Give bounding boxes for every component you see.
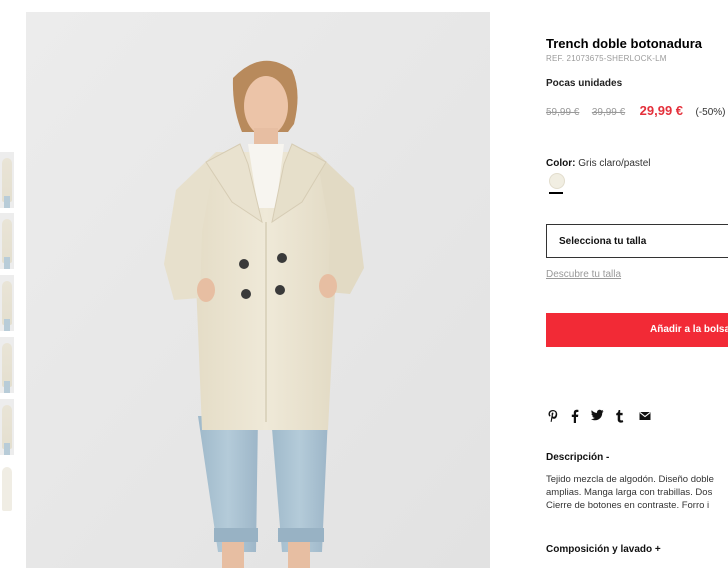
product-main-image[interactable]	[26, 12, 490, 568]
discount-badge: (-50%)	[695, 107, 726, 118]
thumbnail-2[interactable]	[0, 213, 14, 269]
color-value: Gris claro/pastel	[578, 158, 651, 169]
size-select[interactable]: Selecciona tu talla	[546, 224, 728, 258]
swatch-selected-indicator	[549, 192, 563, 194]
stock-notice: Pocas unidades	[546, 78, 623, 89]
add-to-bag-button[interactable]: Añadir a la bolsa	[546, 313, 728, 347]
description-text: Tejido mezcla de algodón. Diseño doble am…	[546, 473, 728, 512]
size-guide-link[interactable]: Descubre tu talla	[546, 269, 621, 280]
color-label: Color:	[546, 158, 576, 169]
composition-toggle-sign: +	[654, 544, 661, 555]
add-to-bag-label: Añadir a la bolsa	[650, 324, 728, 335]
pinterest-icon[interactable]	[546, 409, 560, 425]
description-line: Cierre de botones en contraste. Forro i	[546, 500, 710, 511]
composition-toggle[interactable]: Composición y lavado +	[546, 544, 661, 555]
composition-title: Composición y lavado	[546, 544, 653, 555]
sale-price: 29,99 €	[639, 103, 684, 118]
product-title: Trench doble botonadura	[546, 36, 703, 51]
email-icon[interactable]	[638, 409, 652, 425]
product-info-panel: Trench doble botonadura REF. 21073675-SH…	[546, 0, 728, 568]
description-line: Tejido mezcla de algodón. Diseño doble	[546, 474, 714, 485]
twitter-icon[interactable]	[590, 409, 604, 425]
description-toggle-sign: -	[606, 452, 610, 463]
color-row: Color: Gris claro/pastel	[546, 158, 650, 169]
original-price-2: 39,99 €	[591, 107, 626, 118]
description-line: amplias. Manga larga con trabillas. Dos	[546, 487, 713, 498]
model-illustration	[26, 12, 490, 568]
product-reference: REF. 21073675-SHERLOCK-LM	[546, 54, 667, 63]
thumbnail-1[interactable]	[0, 152, 14, 208]
description-title: Descripción	[546, 452, 604, 463]
thumbnail-6[interactable]	[0, 461, 14, 517]
price-row: 59,99 € 39,99 € 29,99 € (-50%)	[546, 102, 726, 120]
tumblr-icon[interactable]	[612, 409, 626, 425]
thumbnail-4[interactable]	[0, 337, 14, 393]
facebook-icon[interactable]	[568, 409, 582, 425]
thumbnail-3[interactable]	[0, 275, 14, 331]
description-toggle[interactable]: Descripción -	[546, 452, 609, 463]
thumbnail-5[interactable]	[0, 399, 14, 455]
original-price-1: 59,99 €	[546, 107, 580, 118]
color-swatch[interactable]	[549, 173, 565, 189]
size-select-label: Selecciona tu talla	[559, 236, 647, 247]
